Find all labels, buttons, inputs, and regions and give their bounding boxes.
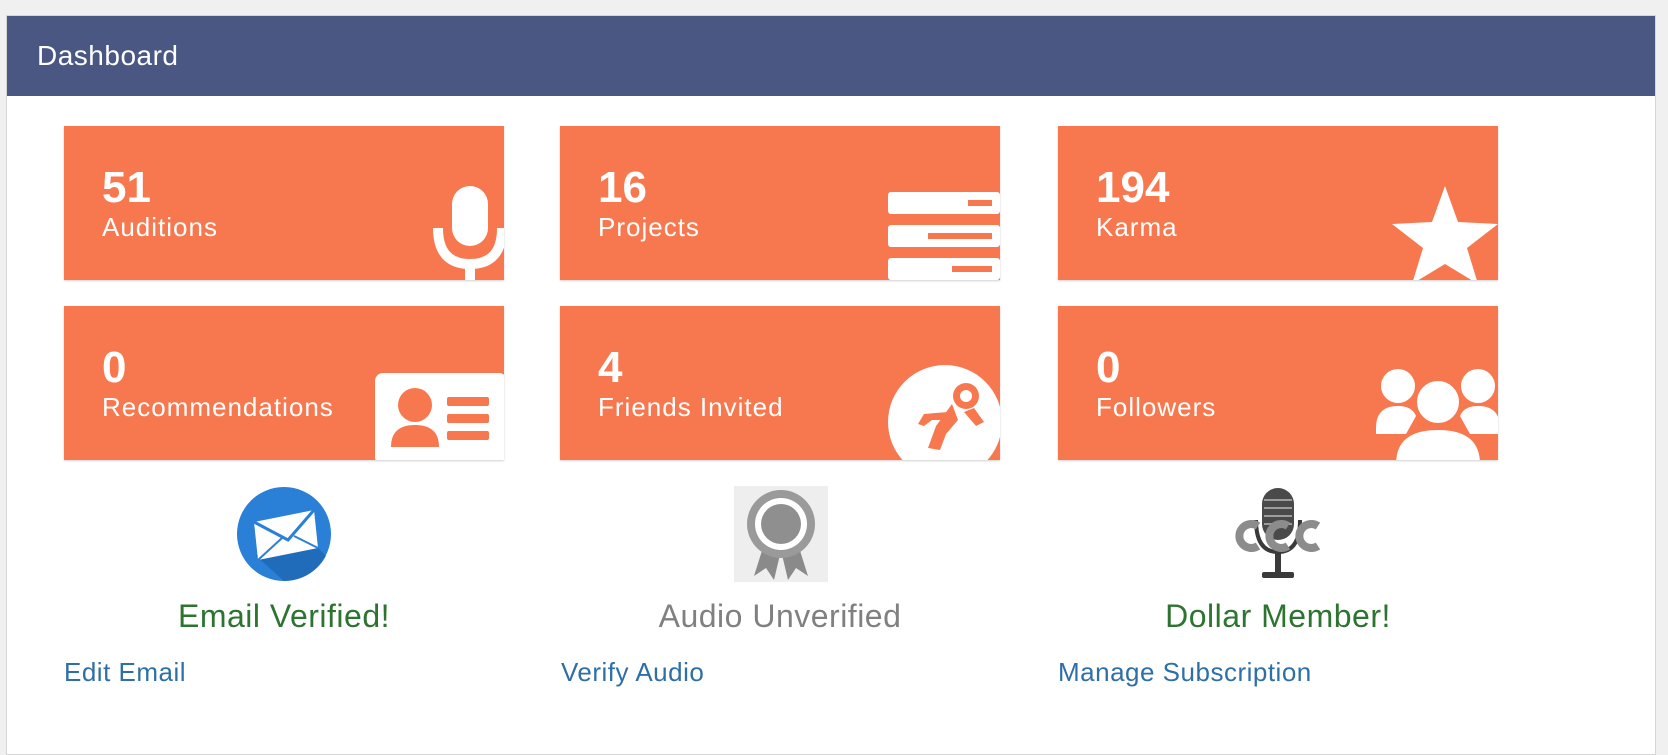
audio-status: Audio Unverified xyxy=(658,598,902,634)
stat-label: Followers xyxy=(1096,392,1217,422)
id-card-icon xyxy=(375,373,504,460)
stat-value: 51 xyxy=(102,163,151,212)
stat-label: Projects xyxy=(598,212,700,242)
mic-logo-icon xyxy=(1235,488,1321,578)
envelope-icon xyxy=(237,487,331,582)
award-ribbon-icon xyxy=(734,486,828,582)
panel-title: Dashboard xyxy=(37,40,179,71)
stat-tile-projects[interactable]: 16 Projects xyxy=(560,126,1000,280)
stat-tile-friends-invited[interactable]: 4 Friends Invited xyxy=(560,306,1000,460)
verify-audio-link[interactable]: Verify Audio xyxy=(561,659,704,685)
server-stack-icon xyxy=(888,192,1000,280)
stat-value: 0 xyxy=(1096,343,1121,392)
stat-tile-followers[interactable]: 0 Followers xyxy=(1058,306,1498,460)
membership-status: Dollar Member! xyxy=(1165,598,1391,634)
star-icon xyxy=(1392,186,1498,280)
stat-value: 0 xyxy=(102,343,127,392)
stat-tile-recommendations[interactable]: 0 Recommendations xyxy=(64,306,504,460)
stat-value: 194 xyxy=(1096,163,1170,212)
astronaut-icon xyxy=(888,365,1000,460)
stat-tile-karma[interactable]: 194 Karma xyxy=(1058,126,1498,280)
stat-label: Karma xyxy=(1096,212,1178,242)
email-status: Email Verified! xyxy=(177,598,391,634)
stat-tile-auditions[interactable]: 51 Auditions xyxy=(64,126,504,280)
users-icon xyxy=(1376,369,1498,460)
edit-email-link[interactable]: Edit Email xyxy=(64,659,186,685)
stat-label: Auditions xyxy=(102,212,218,242)
manage-subscription-link[interactable]: Manage Subscription xyxy=(1058,659,1312,685)
microphone-icon xyxy=(433,186,504,280)
panel-header: Dashboard xyxy=(7,16,1655,96)
stat-label: Friends Invited xyxy=(598,392,784,422)
stat-label: Recommendations xyxy=(102,392,334,422)
stat-value: 4 xyxy=(598,343,623,392)
stat-value: 16 xyxy=(598,163,647,212)
